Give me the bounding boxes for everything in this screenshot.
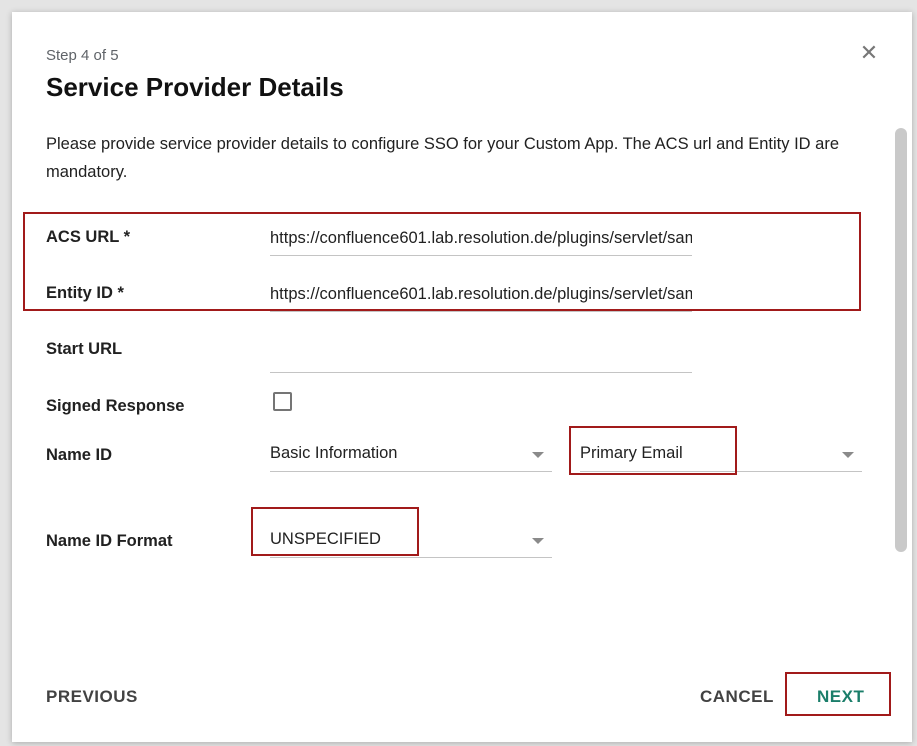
name-id-category-select[interactable]: Basic Information (270, 438, 552, 472)
name-id-attribute-value: Primary Email (580, 444, 683, 462)
name-id-format-label: Name ID Format (46, 532, 173, 550)
cancel-button[interactable]: CANCEL (700, 685, 774, 709)
start-url-input[interactable] (270, 341, 692, 373)
name-id-label: Name ID (46, 446, 113, 464)
acs-url-input[interactable]: https://confluence601.lab.resolution.de/… (270, 224, 692, 256)
dialog-title: Service Provider Details (46, 72, 344, 102)
previous-button[interactable]: PREVIOUS (46, 685, 138, 709)
chevron-down-icon (532, 452, 544, 458)
acs-url-label: ACS URL * (46, 228, 131, 246)
name-id-format-select[interactable]: UNSPECIFIED (270, 524, 552, 558)
start-url-label: Start URL (46, 340, 123, 358)
name-id-format-value: UNSPECIFIED (270, 530, 381, 548)
signed-response-checkbox[interactable] (273, 392, 292, 411)
chevron-down-icon (842, 452, 854, 458)
entity-id-label: Entity ID * (46, 284, 124, 302)
chevron-down-icon (532, 538, 544, 544)
dialog-scrollbar[interactable] (895, 128, 907, 552)
entity-id-input[interactable]: https://confluence601.lab.resolution.de/… (270, 280, 692, 312)
signed-response-label: Signed Response (46, 397, 185, 415)
step-indicator: Step 4 of 5 (46, 47, 119, 64)
close-icon[interactable]: ✕ (858, 40, 880, 66)
next-button[interactable]: NEXT (817, 685, 864, 709)
service-provider-dialog (12, 12, 912, 742)
dialog-description: Please provide service provider details … (46, 135, 839, 181)
name-id-category-value: Basic Information (270, 444, 398, 462)
name-id-attribute-select[interactable]: Primary Email (580, 438, 862, 472)
